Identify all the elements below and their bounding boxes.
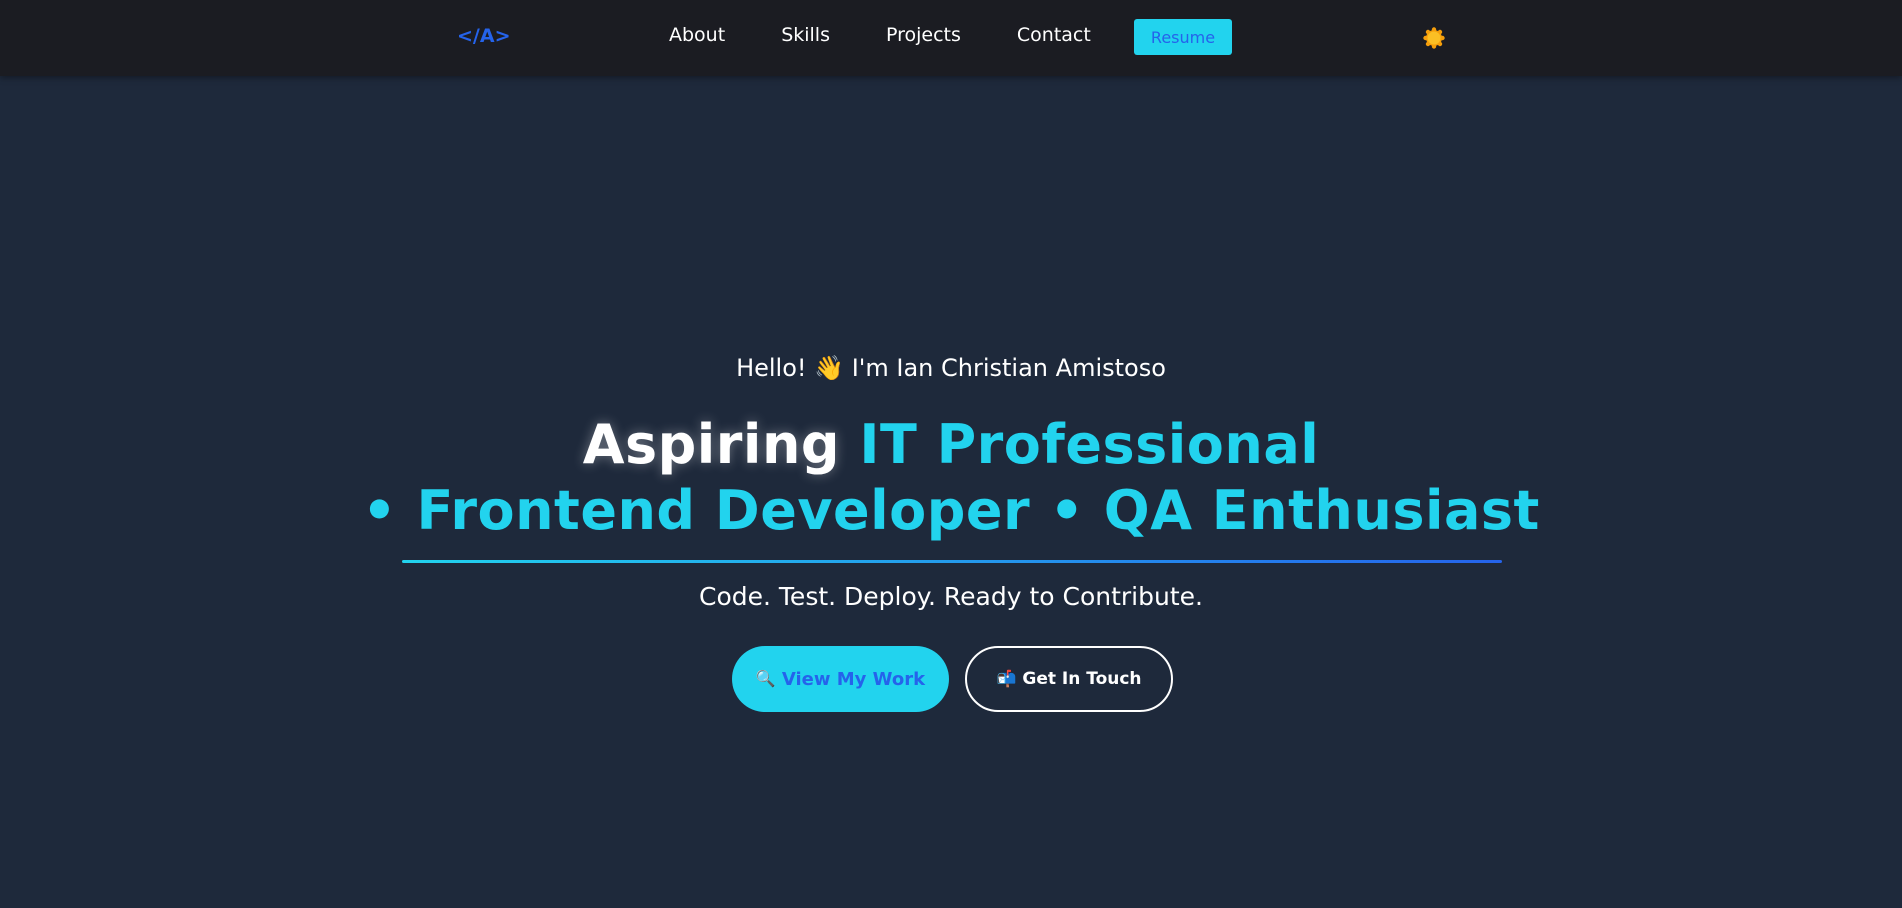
theme-toggle-button[interactable] [1422, 26, 1446, 50]
greeting-hello: Hello! [736, 354, 807, 382]
view-my-work-button[interactable]: 🔍 View My Work [732, 646, 949, 712]
nav-link-about[interactable]: About [669, 24, 725, 46]
waving-hand-icon: 👋 [814, 354, 845, 382]
hero-headline: Aspiring IT Professional • Frontend Deve… [0, 412, 1902, 544]
headline-it-professional: IT Professional [859, 413, 1320, 476]
sun-icon [1423, 27, 1445, 49]
site-logo[interactable]: </A> [457, 25, 510, 47]
hero-greeting: Hello! 👋 I'm Ian Christian Amistoso [0, 354, 1902, 382]
nav-link-projects[interactable]: Projects [886, 24, 961, 46]
hero-section: Hello! 👋 I'm Ian Christian Amistoso Aspi… [0, 76, 1902, 908]
resume-button[interactable]: Resume [1134, 19, 1232, 55]
headline-underline [402, 560, 1502, 563]
nav-link-contact[interactable]: Contact [1017, 24, 1091, 46]
nav-links: About Skills Projects Contact [669, 24, 1091, 46]
mailbox-icon: 📬 [996, 669, 1017, 688]
magnifier-icon: 🔍 [755, 669, 776, 688]
get-in-touch-label: Get In Touch [1022, 669, 1142, 689]
hero-tagline: Code. Test. Deploy. Ready to Contribute. [699, 582, 1203, 611]
view-my-work-label: View My Work [781, 668, 926, 690]
headline-aspiring: Aspiring [582, 413, 841, 476]
greeting-name: I'm Ian Christian Amistoso [851, 354, 1166, 382]
nav-link-skills[interactable]: Skills [781, 24, 830, 46]
headline-roles: • Frontend Developer • QA Enthusiast [362, 479, 1540, 542]
top-navbar: </A> About Skills Projects Contact Resum… [0, 0, 1902, 76]
get-in-touch-button[interactable]: 📬 Get In Touch [965, 646, 1173, 712]
